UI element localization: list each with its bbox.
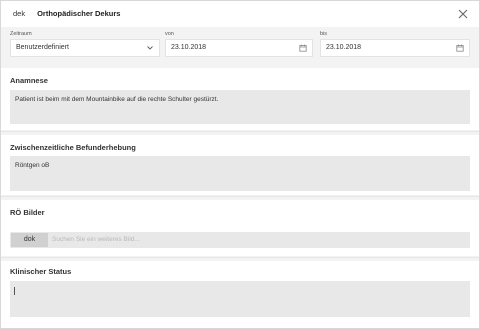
dialog-content: Zeitraum Benutzerdefiniert von 23.10.201… [1, 27, 479, 328]
chevron-down-icon [147, 46, 153, 50]
section-anamnese: Anamnese Patient ist beim mit dem Mounta… [1, 68, 479, 130]
anamnese-textarea[interactable]: Patient ist beim mit dem Mountainbike au… [10, 90, 470, 124]
period-selector: Zeitraum Benutzerdefiniert von 23.10.201… [1, 27, 479, 61]
text-cursor [14, 287, 15, 295]
section-title-bilder: RÖ Bilder [10, 208, 45, 217]
befund-textarea[interactable]: Röntgen oB [10, 156, 470, 191]
section-status: Klinischer Status [1, 261, 479, 328]
divider [1, 196, 479, 197]
section-title-anamnese: Anamnese [10, 76, 48, 85]
divider [1, 257, 479, 258]
status-textarea[interactable] [10, 281, 470, 317]
anamnese-text: Patient ist beim mit dem Mountainbike au… [15, 96, 219, 103]
dialog-header: dek Orthopädischer Dekurs [1, 1, 479, 27]
section-title-befund: Zwischenzeitliche Befunderhebung [10, 143, 136, 152]
calendar-icon[interactable] [456, 44, 464, 52]
image-tag-input[interactable]: dok Suchen Sie ein weiteres Bild... [10, 232, 470, 248]
image-search-placeholder: Suchen Sie ein weiteres Bild... [52, 236, 140, 243]
from-date-value: 23.10.2018 [171, 44, 207, 51]
close-icon[interactable] [457, 8, 469, 20]
to-date-value: 23.10.2018 [326, 44, 362, 51]
divider [1, 131, 479, 132]
befund-text: Röntgen oB [15, 162, 50, 169]
tab-title[interactable]: Orthopädischer Dekurs [31, 1, 126, 27]
from-date-input[interactable]: 23.10.2018 [165, 39, 313, 57]
dialog-window: dek Orthopädischer Dekurs Zeitraum Benut… [0, 0, 480, 329]
calendar-icon[interactable] [299, 44, 307, 52]
to-label: bis [320, 31, 328, 37]
section-title-status: Klinischer Status [10, 267, 72, 276]
range-select[interactable]: Benutzerdefiniert [10, 39, 160, 57]
image-tag[interactable]: dok [11, 233, 48, 247]
range-value: Benutzerdefiniert [16, 44, 69, 51]
section-bilder: RÖ Bilder dok Suchen Sie ein weiteres Bi… [1, 200, 479, 256]
tab-short[interactable]: dek [1, 1, 31, 27]
section-befund: Zwischenzeitliche Befunderhebung Röntgen… [1, 135, 479, 195]
to-date-input[interactable]: 23.10.2018 [320, 39, 470, 57]
range-label: Zeitraum [10, 31, 32, 37]
from-label: von [165, 31, 174, 37]
